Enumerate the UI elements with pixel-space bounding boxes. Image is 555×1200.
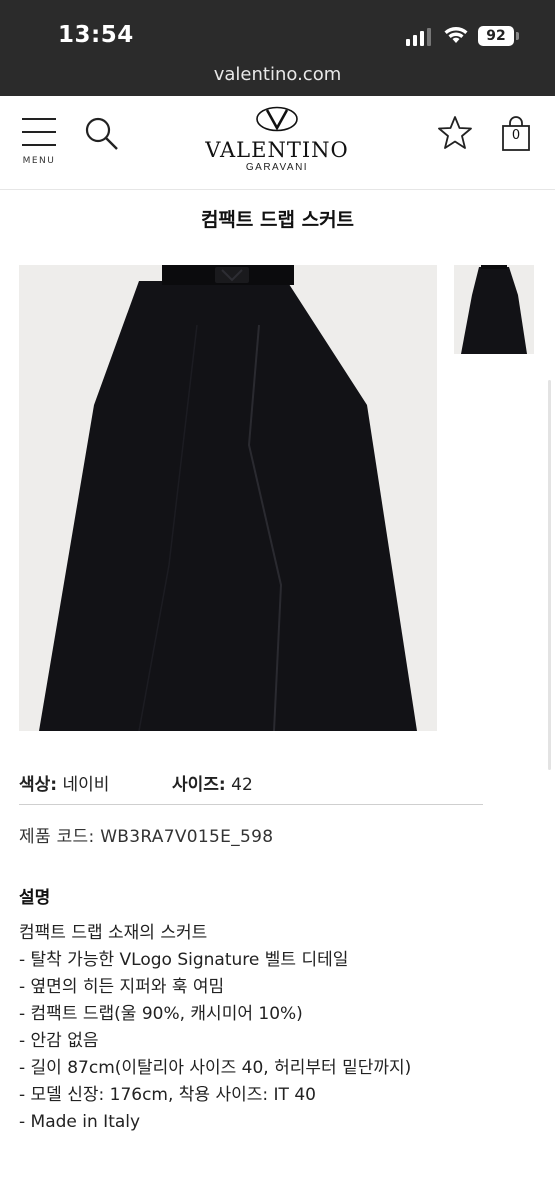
color-spec: 색상: 네이비 bbox=[19, 770, 109, 795]
divider bbox=[19, 804, 483, 805]
product-thumbnail[interactable] bbox=[454, 265, 534, 354]
description-line: - 탈착 가능한 VLogo Signature 벨트 디테일 bbox=[19, 950, 349, 970]
description-line: - 길이 87cm(이탈리아 사이즈 40, 허리부터 밑단까지) bbox=[19, 1058, 412, 1078]
signal-icon bbox=[406, 28, 431, 46]
shopping-bag-button[interactable]: 0 bbox=[500, 116, 532, 152]
description-line: 컴팩트 드랩 소재의 스커트 bbox=[19, 923, 208, 943]
size-label: 사이즈: bbox=[172, 775, 226, 795]
product-main-image[interactable] bbox=[19, 265, 437, 731]
skirt-thumbnail-image bbox=[461, 265, 527, 354]
v-logo-icon bbox=[256, 106, 298, 132]
description-line: - 컴팩트 드랩(울 90%, 캐시미어 10%) bbox=[19, 1004, 303, 1024]
description-line: - 안감 없음 bbox=[19, 1031, 99, 1051]
product-code: 제품 코드: WB3RA7V015E_598 bbox=[19, 827, 274, 847]
wishlist-star-icon[interactable] bbox=[436, 114, 474, 152]
description: 컴팩트 드랩 소재의 스커트 - 탈착 가능한 VLogo Signature … bbox=[19, 920, 519, 1136]
hamburger-line bbox=[22, 118, 56, 120]
valentino-logo[interactable]: VALENTINO GARAVANI bbox=[200, 106, 354, 182]
logo-sub: GARAVANI bbox=[245, 162, 309, 173]
menu-label: MENU bbox=[22, 156, 56, 166]
logo-brand: VALENTINO bbox=[205, 138, 349, 162]
description-line: - 옆면의 히든 지퍼와 훅 여밈 bbox=[19, 977, 225, 997]
size-spec: 사이즈: 42 bbox=[172, 770, 253, 795]
size-value: 42 bbox=[231, 775, 253, 795]
wifi-icon bbox=[444, 27, 468, 43]
status-bar: 13:54 92 bbox=[0, 0, 555, 58]
site-header: MENU VALENTINO GARAVANI 0 bbox=[0, 96, 555, 190]
description-line: - Made in Italy bbox=[19, 1112, 141, 1132]
menu-button[interactable]: MENU bbox=[18, 116, 60, 170]
skirt-image bbox=[39, 265, 417, 731]
search-icon[interactable] bbox=[84, 116, 120, 152]
description-line: - 모델 신장: 176cm, 착용 사이즈: IT 40 bbox=[19, 1085, 316, 1105]
color-value: 네이비 bbox=[62, 775, 110, 795]
product-title: 컴팩트 드랩 스커트 bbox=[200, 209, 355, 231]
hamburger-line bbox=[22, 131, 56, 133]
scrollbar[interactable] bbox=[548, 380, 551, 770]
cart-count: 0 bbox=[511, 128, 521, 143]
url-bar[interactable]: valentino.com bbox=[0, 58, 555, 96]
product-specs: 색상: 네이비 사이즈: 42 bbox=[19, 770, 253, 795]
color-label: 색상: bbox=[19, 775, 58, 795]
hamburger-line bbox=[22, 144, 56, 146]
battery-indicator: 92 bbox=[478, 26, 519, 46]
status-time: 13:54 bbox=[58, 22, 134, 48]
description-title: 설명 bbox=[19, 888, 51, 908]
